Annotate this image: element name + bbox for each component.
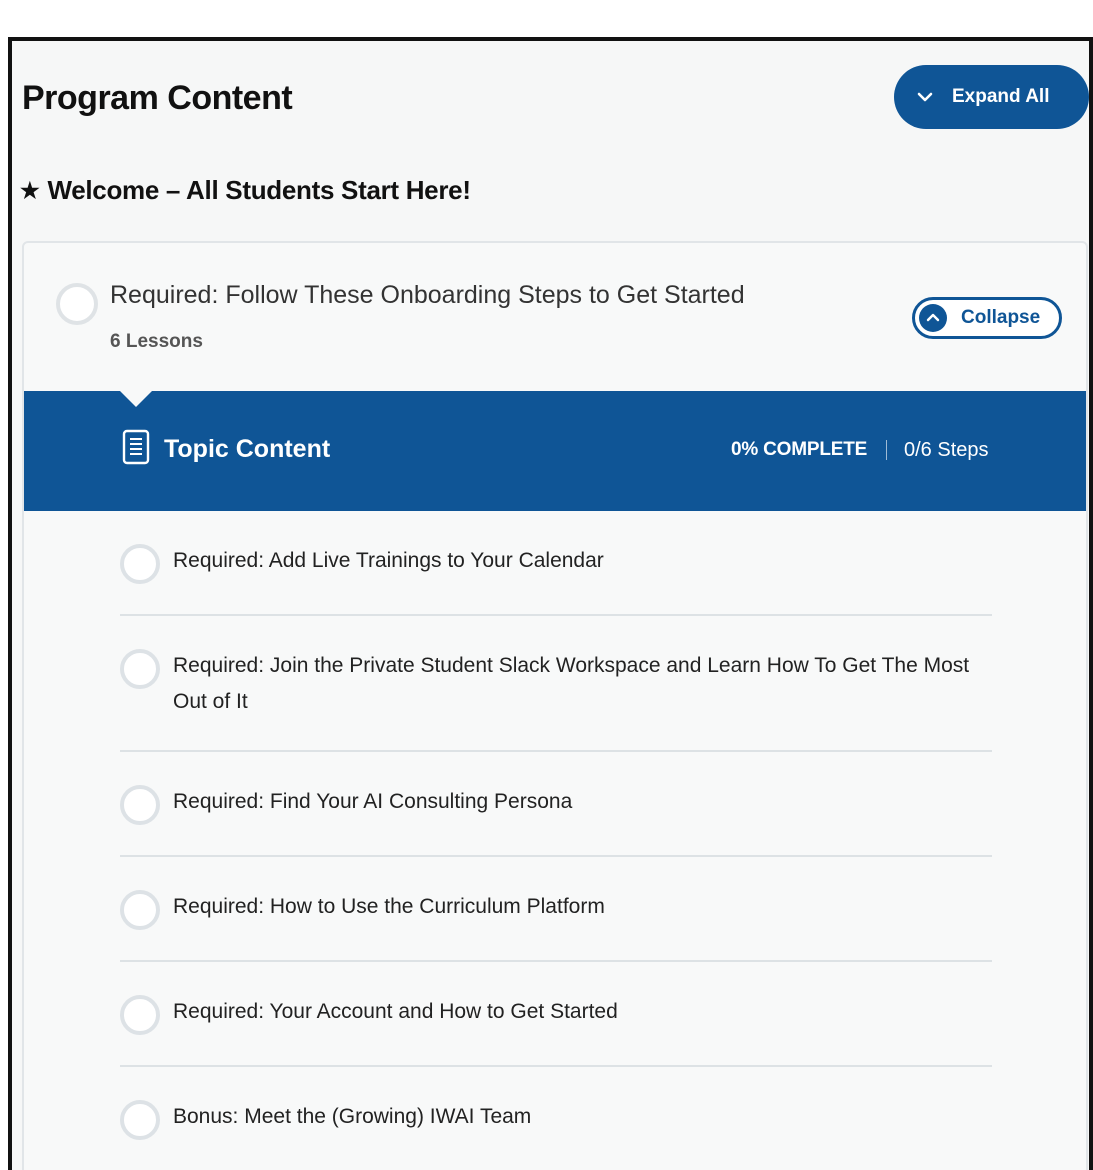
collapse-button[interactable]: Collapse — [912, 297, 1062, 339]
expand-all-label: Expand All — [952, 86, 1050, 107]
step-label: Required: How to Use the Curriculum Plat… — [173, 895, 605, 918]
lesson-count: 6 Lessons — [110, 331, 203, 352]
step-label: Required: Find Your AI Consulting Person… — [173, 790, 573, 813]
list-item[interactable]: Required: Add Live Trainings to Your Cal… — [120, 511, 992, 616]
section-title: Welcome – All Students Start Here! — [47, 175, 471, 205]
program-content-panel: Program Content Expand All ★ Welcome – A… — [8, 37, 1093, 1170]
step-label: Bonus: Meet the (Growing) IWAI Team — [173, 1105, 532, 1128]
step-status-circle-icon — [120, 785, 160, 825]
progress-percent: 0% COMPLETE — [731, 439, 868, 460]
step-status-circle-icon — [120, 544, 160, 584]
page-title: Program Content — [22, 79, 293, 117]
steps-count: 0/6 Steps — [904, 439, 989, 461]
step-status-circle-icon — [120, 890, 160, 930]
chevron-down-icon — [916, 88, 934, 106]
lesson-card: Required: Follow These Onboarding Steps … — [22, 241, 1088, 1170]
divider — [886, 440, 887, 460]
step-label: Required: Join the Private Student Slack… — [173, 654, 970, 713]
list-item[interactable]: Required: Your Account and How to Get St… — [120, 962, 992, 1067]
step-label: Required: Add Live Trainings to Your Cal… — [173, 549, 604, 572]
steps-list: Required: Add Live Trainings to Your Cal… — [120, 511, 992, 1170]
step-status-circle-icon — [120, 995, 160, 1035]
step-label: Required: Your Account and How to Get St… — [173, 1000, 618, 1023]
collapse-label: Collapse — [961, 307, 1041, 328]
lesson-title[interactable]: Required: Follow These Onboarding Steps … — [110, 281, 745, 310]
step-status-circle-icon — [120, 649, 160, 689]
pointer-notch — [119, 390, 153, 407]
chevron-up-icon — [919, 304, 947, 332]
star-icon: ★ — [20, 177, 40, 203]
expand-all-button[interactable]: Expand All — [894, 65, 1089, 129]
list-item[interactable]: Bonus: Meet the (Growing) IWAI Team — [120, 1067, 992, 1170]
topic-content-header: Topic Content 0% COMPLETE 0/6 Steps — [24, 390, 1086, 511]
list-item[interactable]: Required: Find Your AI Consulting Person… — [120, 752, 992, 857]
document-icon — [122, 429, 150, 465]
section-heading: ★ Welcome – All Students Start Here! — [20, 175, 471, 206]
lesson-status-circle-icon — [56, 283, 98, 325]
list-item[interactable]: Required: How to Use the Curriculum Plat… — [120, 857, 992, 962]
step-status-circle-icon — [120, 1100, 160, 1140]
topic-title: Topic Content — [164, 435, 331, 463]
list-item[interactable]: Required: Join the Private Student Slack… — [120, 616, 992, 752]
